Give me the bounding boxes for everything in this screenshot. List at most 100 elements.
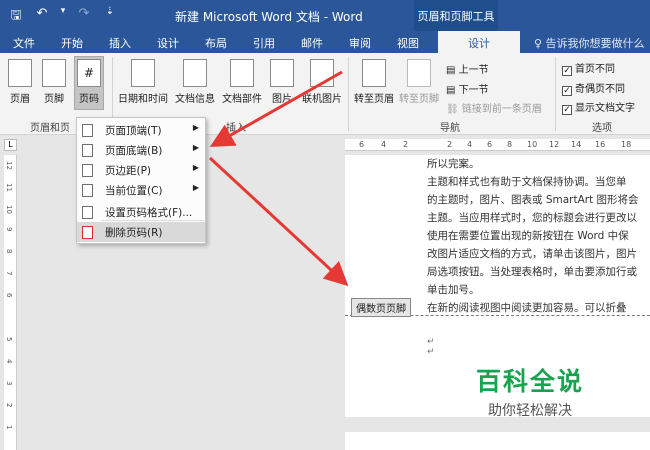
page-number-label: 页码 xyxy=(79,94,99,105)
ruler-tick-label: 9 xyxy=(5,227,13,232)
ruler-tick-label: 6 xyxy=(359,140,365,149)
tab-mailings[interactable]: 邮件 xyxy=(288,31,336,53)
different-first-page-label: 首页不同 xyxy=(575,64,615,75)
group-divider xyxy=(555,57,556,131)
page-top-icon xyxy=(82,124,93,137)
tab-references[interactable]: 引用 xyxy=(240,31,288,53)
submenu-arrow-icon: ▶ xyxy=(192,123,199,132)
menu-separator xyxy=(101,220,205,221)
tab-insert[interactable]: 插入 xyxy=(96,31,144,53)
link-to-previous-label: 链接到前一条页眉 xyxy=(461,104,542,115)
tab-review[interactable]: 审阅 xyxy=(336,31,384,53)
tab-hf-design[interactable]: 设计 xyxy=(438,31,520,53)
page-number-button[interactable]: # 页码 xyxy=(74,56,104,110)
menu-item-current-position[interactable]: 当前位置(C) ▶ xyxy=(77,180,205,200)
document-body[interactable]: 所以完案。 主题和样式也有助于文档保持协调。当您单 的主题时，图片、图表或 Sm… xyxy=(427,155,650,317)
footer-button[interactable]: 页脚 xyxy=(42,59,66,105)
redo-icon[interactable]: ↷ xyxy=(76,6,92,28)
footer-paragraph-marks[interactable]: ↵ ↵ xyxy=(427,337,435,357)
doc-parts-button[interactable]: 文档部件 xyxy=(222,59,262,105)
ruler-tick-label: 7 xyxy=(5,271,13,276)
calendar-icon xyxy=(131,59,155,87)
header-icon xyxy=(8,59,32,87)
ruler-tick-label: 10 xyxy=(5,205,13,214)
picture-button[interactable]: 图片 xyxy=(270,59,294,105)
body-line: 主题和样式也有助于文档保持协调。当您单 xyxy=(427,176,627,188)
ruler-tick-label: 6 xyxy=(5,293,13,298)
horizontal-ruler[interactable]: 6 4 2 2 4 6 8 10 12 14 16 18 xyxy=(345,139,650,151)
title-bar: 🖫 ↶ ▾ ↷ ⇣ 新建 Microsoft Word 文档 - Word 页眉… xyxy=(0,0,650,31)
next-section-label: 下一节 xyxy=(458,85,489,96)
tab-view[interactable]: 视图 xyxy=(384,31,432,53)
checkbox-checked-icon: ✓ xyxy=(562,66,572,76)
body-line: 使用在需要位置出现的新按钮在 Word 中保 xyxy=(427,230,629,242)
save-icon[interactable]: 🖫 xyxy=(8,6,24,28)
doc-info-button[interactable]: 文档信息 xyxy=(175,59,215,105)
tell-me-search[interactable]: ♀ 告诉我你想要做什么 xyxy=(534,31,645,53)
undo-dropdown-icon[interactable]: ▾ xyxy=(60,6,66,28)
different-odd-even-checkbox[interactable]: ✓ 奇偶页不同 xyxy=(562,80,625,96)
group-label-options: 选项 xyxy=(592,123,612,134)
page-margin-icon xyxy=(82,164,93,177)
different-odd-even-label: 奇偶页不同 xyxy=(575,84,625,95)
ruler-tick-label: 5 xyxy=(5,337,13,342)
tab-layout[interactable]: 布局 xyxy=(192,31,240,53)
ruler-tick-label: 14 xyxy=(571,140,582,149)
vertical-ruler[interactable]: 12 11 10 9 8 7 6 5 4 3 2 1 xyxy=(4,155,17,450)
undo-icon[interactable]: ↶ xyxy=(34,6,50,28)
menu-item-page-margins[interactable]: 页边距(P) ▶ xyxy=(77,160,205,180)
paragraph-mark: ↵ xyxy=(427,347,435,357)
paragraph-mark: ↵ xyxy=(427,337,435,347)
goto-header-button[interactable]: 转至页眉 xyxy=(354,59,394,105)
ruler-tab-selector[interactable]: L xyxy=(4,139,17,151)
tab-design-main[interactable]: 设计 xyxy=(144,31,192,53)
page-bottom-icon xyxy=(82,144,93,157)
header-button[interactable]: 页眉 xyxy=(8,59,32,105)
doc-parts-icon xyxy=(230,59,254,87)
checkbox-checked-icon: ✓ xyxy=(562,105,572,115)
menu-item-top-of-page[interactable]: 页面顶端(T) ▶ xyxy=(77,120,205,140)
context-tab-group-label: 页眉和页脚工具 xyxy=(414,0,498,31)
body-line: 单击加号。 xyxy=(427,284,480,296)
tab-home[interactable]: 开始 xyxy=(48,31,96,53)
ruler-tick-label: 8 xyxy=(5,249,13,254)
next-page[interactable] xyxy=(345,432,650,450)
tab-file[interactable]: 文件 xyxy=(0,31,48,53)
checkbox-checked-icon: ✓ xyxy=(562,86,572,96)
next-section-button[interactable]: ▤ 下一节 xyxy=(446,81,489,96)
doc-info-icon xyxy=(183,59,207,87)
group-label-insert: 插入 xyxy=(226,123,246,134)
ruler-tick-label: 11 xyxy=(5,183,13,192)
ruler-tick-label: 2 xyxy=(403,140,409,149)
ruler-tick-label: 2 xyxy=(447,140,453,149)
online-picture-button[interactable]: 联机图片 xyxy=(302,59,342,105)
body-line: 所以完案。 xyxy=(427,158,480,170)
prev-section-icon: ▤ xyxy=(446,65,459,76)
menu-item-bottom-of-page[interactable]: 页面底端(B) ▶ xyxy=(77,140,205,160)
goto-footer-button[interactable]: 转至页脚 xyxy=(399,59,439,105)
different-first-page-checkbox[interactable]: ✓ 首页不同 xyxy=(562,60,615,76)
menu-item-label: 删除页码(R) xyxy=(105,227,163,239)
next-section-icon: ▤ xyxy=(446,85,459,96)
watermark-logo: 百科全说 助你轻松解决 xyxy=(476,362,584,420)
prev-section-button[interactable]: ▤ 上一节 xyxy=(446,61,489,76)
menu-item-label: 页边距(P) xyxy=(105,165,152,177)
submenu-arrow-icon: ▶ xyxy=(192,143,199,152)
menu-item-remove-page-numbers[interactable]: 删除页码(R) xyxy=(77,222,205,242)
show-document-text-checkbox[interactable]: ✓ 显示文档文字 xyxy=(562,99,635,115)
body-line: 主题。当应用样式时，您的标题会进行更改以 xyxy=(427,212,637,224)
link-to-previous-button[interactable]: ⛓ 链接到前一条页眉 xyxy=(446,100,542,115)
customize-qat-icon[interactable]: ⇣ xyxy=(102,6,118,28)
picture-icon xyxy=(270,59,294,87)
page-number-menu: 页面顶端(T) ▶ 页面底端(B) ▶ 页边距(P) ▶ 当前位置(C) ▶ 设置页码格… xyxy=(76,117,206,244)
document-title: 新建 Microsoft Word 文档 - Word xyxy=(175,10,363,24)
menu-item-format-page-numbers[interactable]: 设置页码格式(F)... xyxy=(77,202,205,222)
ruler-tick-label: 10 xyxy=(527,140,538,149)
menu-item-label: 页面顶端(T) xyxy=(105,125,162,137)
online-picture-icon xyxy=(310,59,334,87)
ruler-tick-label: 18 xyxy=(621,140,632,149)
ruler-tick-label: 4 xyxy=(5,359,13,364)
ruler-tick-label: 3 xyxy=(5,381,13,386)
date-time-button[interactable]: 日期和时间 xyxy=(118,59,168,105)
ruler-tick-label: 1 xyxy=(5,425,13,430)
